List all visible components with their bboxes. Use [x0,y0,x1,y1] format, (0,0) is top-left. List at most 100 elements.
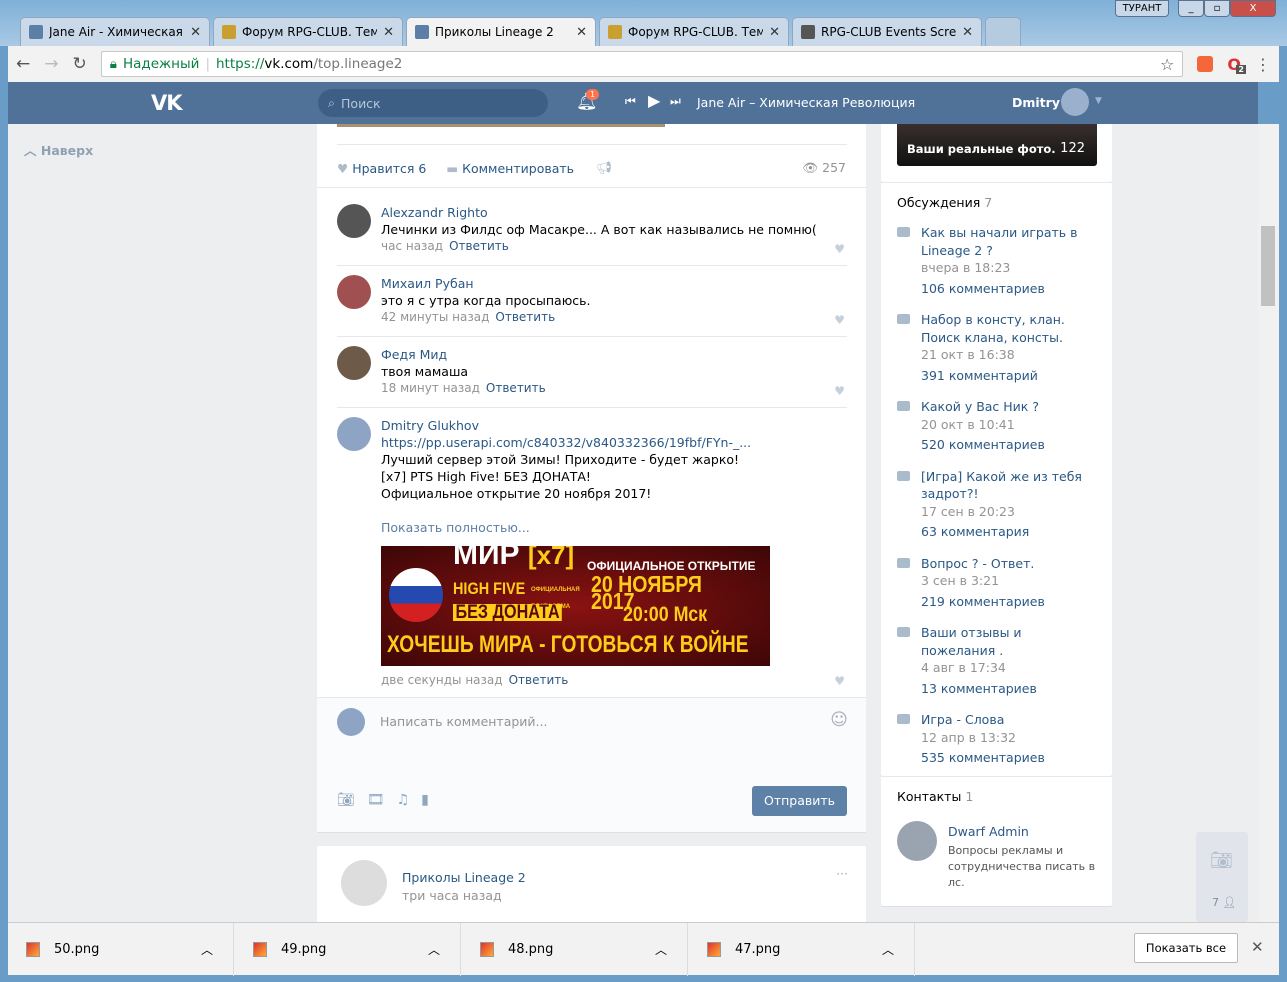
like-icon[interactable]: ♥ [834,674,845,688]
banner-image[interactable]: МИР [x7] HIGH FIVE ОФИЦИАЛЬНАЯ ПЛАТФОРМА… [381,546,770,666]
bookmark-star-icon[interactable]: ☆ [1160,55,1174,74]
avatar[interactable] [337,417,371,451]
tab-forum-1[interactable]: Форум RPG-CLUB. Тема ✕ [213,17,403,46]
close-icon[interactable]: ✕ [576,25,587,40]
reload-icon[interactable]: ↻ [73,54,87,74]
close-icon[interactable]: ✕ [962,25,973,40]
opera-extension-icon[interactable]: O2 [1227,55,1246,74]
avatar[interactable] [337,346,371,380]
play-icon[interactable]: ▶ [648,91,660,110]
user-name[interactable]: Dmitry [1012,95,1060,110]
comment-input[interactable]: Написать комментарий... [380,714,830,729]
contact-name[interactable]: Dwarf Admin [948,824,1029,839]
like-icon[interactable]: ♥ [834,242,845,256]
chevron-up-icon[interactable]: ︿ [655,941,667,958]
tab-events[interactable]: RPG-CLUB Events Screen✕ [792,17,982,46]
reply-link[interactable]: Ответить [509,673,569,687]
send-button[interactable]: Отправить [752,786,847,816]
video-icon[interactable]: 🎞︎ [367,792,385,808]
camera-icon[interactable]: 📷︎ [337,792,355,808]
download-item[interactable]: 48.png ︿ [462,923,688,976]
emoji-icon[interactable]: ☺ [830,710,848,730]
downloads-bar: 50.png ︿ 49.png ︿ 48.png ︿ 47.png ︿ Показать вс… [8,922,1279,976]
app-badge[interactable]: ТУРАНТ [1115,0,1169,17]
side-widget[interactable]: 📷︎ 7 👤︎ [1196,832,1248,922]
comment-button[interactable]: ▬ Комментировать [446,161,574,176]
menu-icon[interactable]: ⋮ [1255,55,1271,74]
next-post-card: Приколы Lineage 2 три часа назад ··· [317,846,866,922]
tab-favicon-icon [801,25,815,39]
discussions-header[interactable]: Обсуждения 7 [897,195,1096,210]
avatar[interactable] [897,821,937,861]
like-icon[interactable]: ♥ [834,313,845,327]
music-icon[interactable]: ♫ [397,792,410,808]
post-menu-icon[interactable]: ··· [836,866,848,881]
back-to-top-link[interactable]: ︿ Наверх [24,140,93,159]
close-icon[interactable]: ✕ [383,25,394,40]
chevron-up-icon[interactable]: ︿ [882,941,894,958]
album-photo[interactable]: Ваши реальные фото. 122 [897,124,1097,166]
discussion-item[interactable]: Вопрос ? - Ответ. 3 сен в 3:21 219 коммент… [897,555,1096,611]
next-track-icon[interactable]: ⏭ [670,94,681,109]
comment-icon: ▬ [446,160,459,176]
download-item[interactable]: 49.png ︿ [235,923,461,976]
address-bar[interactable]: 🔒︎ Надежный | https://vk.com/top.lineage… [100,51,1184,77]
comment-author[interactable]: Dmitry Glukhov [381,417,847,434]
chevron-down-icon[interactable]: ▼ [1095,96,1102,106]
comment-item: Alexzandr Righto Лечинки из Филдс оф Маса… [337,196,847,266]
discussion-item[interactable]: [Игра] Какой же из тебя задрот?! 17 сен в… [897,468,1096,541]
contacts-card: Контакты 1 Dwarf Admin Вопросы рекламы и… [881,776,1112,906]
document-icon[interactable]: ▮ [421,792,429,808]
close-icon[interactable]: ✕ [190,25,201,40]
new-tab-button[interactable] [985,17,1021,46]
comment-item: Михаил Рубан это я с утра когда просыпаюс… [337,267,847,337]
tab-jane-air[interactable]: Jane Air - Химическая Р ✕ [20,17,210,46]
extension-icon[interactable] [1197,56,1214,72]
discussion-icon [897,557,910,568]
download-item[interactable]: 50.png ︿ [8,923,234,976]
discussion-item[interactable]: Какой у Вас Ник ? 20 окт в 10:41 520 комме… [897,398,1096,454]
scrollbar[interactable] [1258,124,1279,922]
avatar[interactable] [1061,88,1089,116]
avatar[interactable] [341,860,387,906]
forward-icon[interactable]: → [44,54,58,74]
discussion-icon [897,401,910,411]
maximize-button[interactable]: ▫ [1204,0,1230,17]
comment-link[interactable]: https://pp.userapi.com/c840332/v84033236… [381,434,847,451]
download-item[interactable]: 47.png ︿ [689,923,915,976]
close-downloads-icon[interactable]: ✕ [1251,938,1264,956]
prev-track-icon[interactable]: ⏮ [625,94,636,109]
chevron-up-icon[interactable]: ︿ [428,941,440,958]
discussion-item[interactable]: Как вы начали играть в Lineage 2 ? вчера … [897,224,1096,297]
show-more-link[interactable]: Показать полностью... [381,519,847,536]
show-all-button[interactable]: Показать все [1134,933,1238,963]
avatar[interactable] [337,275,371,309]
comment-author[interactable]: Федя Мид [381,346,847,363]
like-icon[interactable]: ♥ [834,384,845,398]
post-author[interactable]: Приколы Lineage 2 [402,870,526,885]
like-button[interactable]: ♥ Нравится 6 [337,161,426,176]
discussion-item[interactable]: Игра - Слова 12 апр в 13:32 535 комментари… [897,711,1096,767]
close-window-button[interactable]: X [1230,0,1276,17]
chevron-up-icon[interactable]: ︿ [201,941,213,958]
current-track[interactable]: Jane Air – Химическая Революция [697,95,915,110]
reply-link[interactable]: Ответить [486,381,546,395]
share-icon[interactable]: 📢︎ [596,160,612,176]
discussion-item[interactable]: Набор в консту, клан. Поиск клана, конст… [897,311,1096,384]
tab-forum-2[interactable]: Форум RPG-CLUB. Тема ✕ [599,17,789,46]
back-icon[interactable]: ← [16,54,30,74]
avatar[interactable] [337,204,371,238]
discussion-item[interactable]: Ваши отзывы и пожелания .4 авг в 17:34 13… [897,624,1096,697]
vk-logo[interactable]: VK [151,91,183,115]
discussions-card: Обсуждения 7 Как вы начали играть в Line… [881,182,1112,776]
comment-author[interactable]: Alexzandr Righto [381,204,847,221]
close-icon[interactable]: ✕ [769,25,780,40]
scrollbar-thumb[interactable] [1261,226,1275,306]
comment-author[interactable]: Михаил Рубан [381,275,847,292]
minimize-button[interactable]: _ [1178,0,1204,17]
reply-link[interactable]: Ответить [449,239,509,253]
lock-icon: 🔒︎ [109,56,117,72]
tab-lineage2[interactable]: Приколы Lineage 2 ✕ [406,17,596,46]
search-input[interactable]: ⌕ Поиск [318,89,548,117]
reply-link[interactable]: Ответить [495,310,555,324]
